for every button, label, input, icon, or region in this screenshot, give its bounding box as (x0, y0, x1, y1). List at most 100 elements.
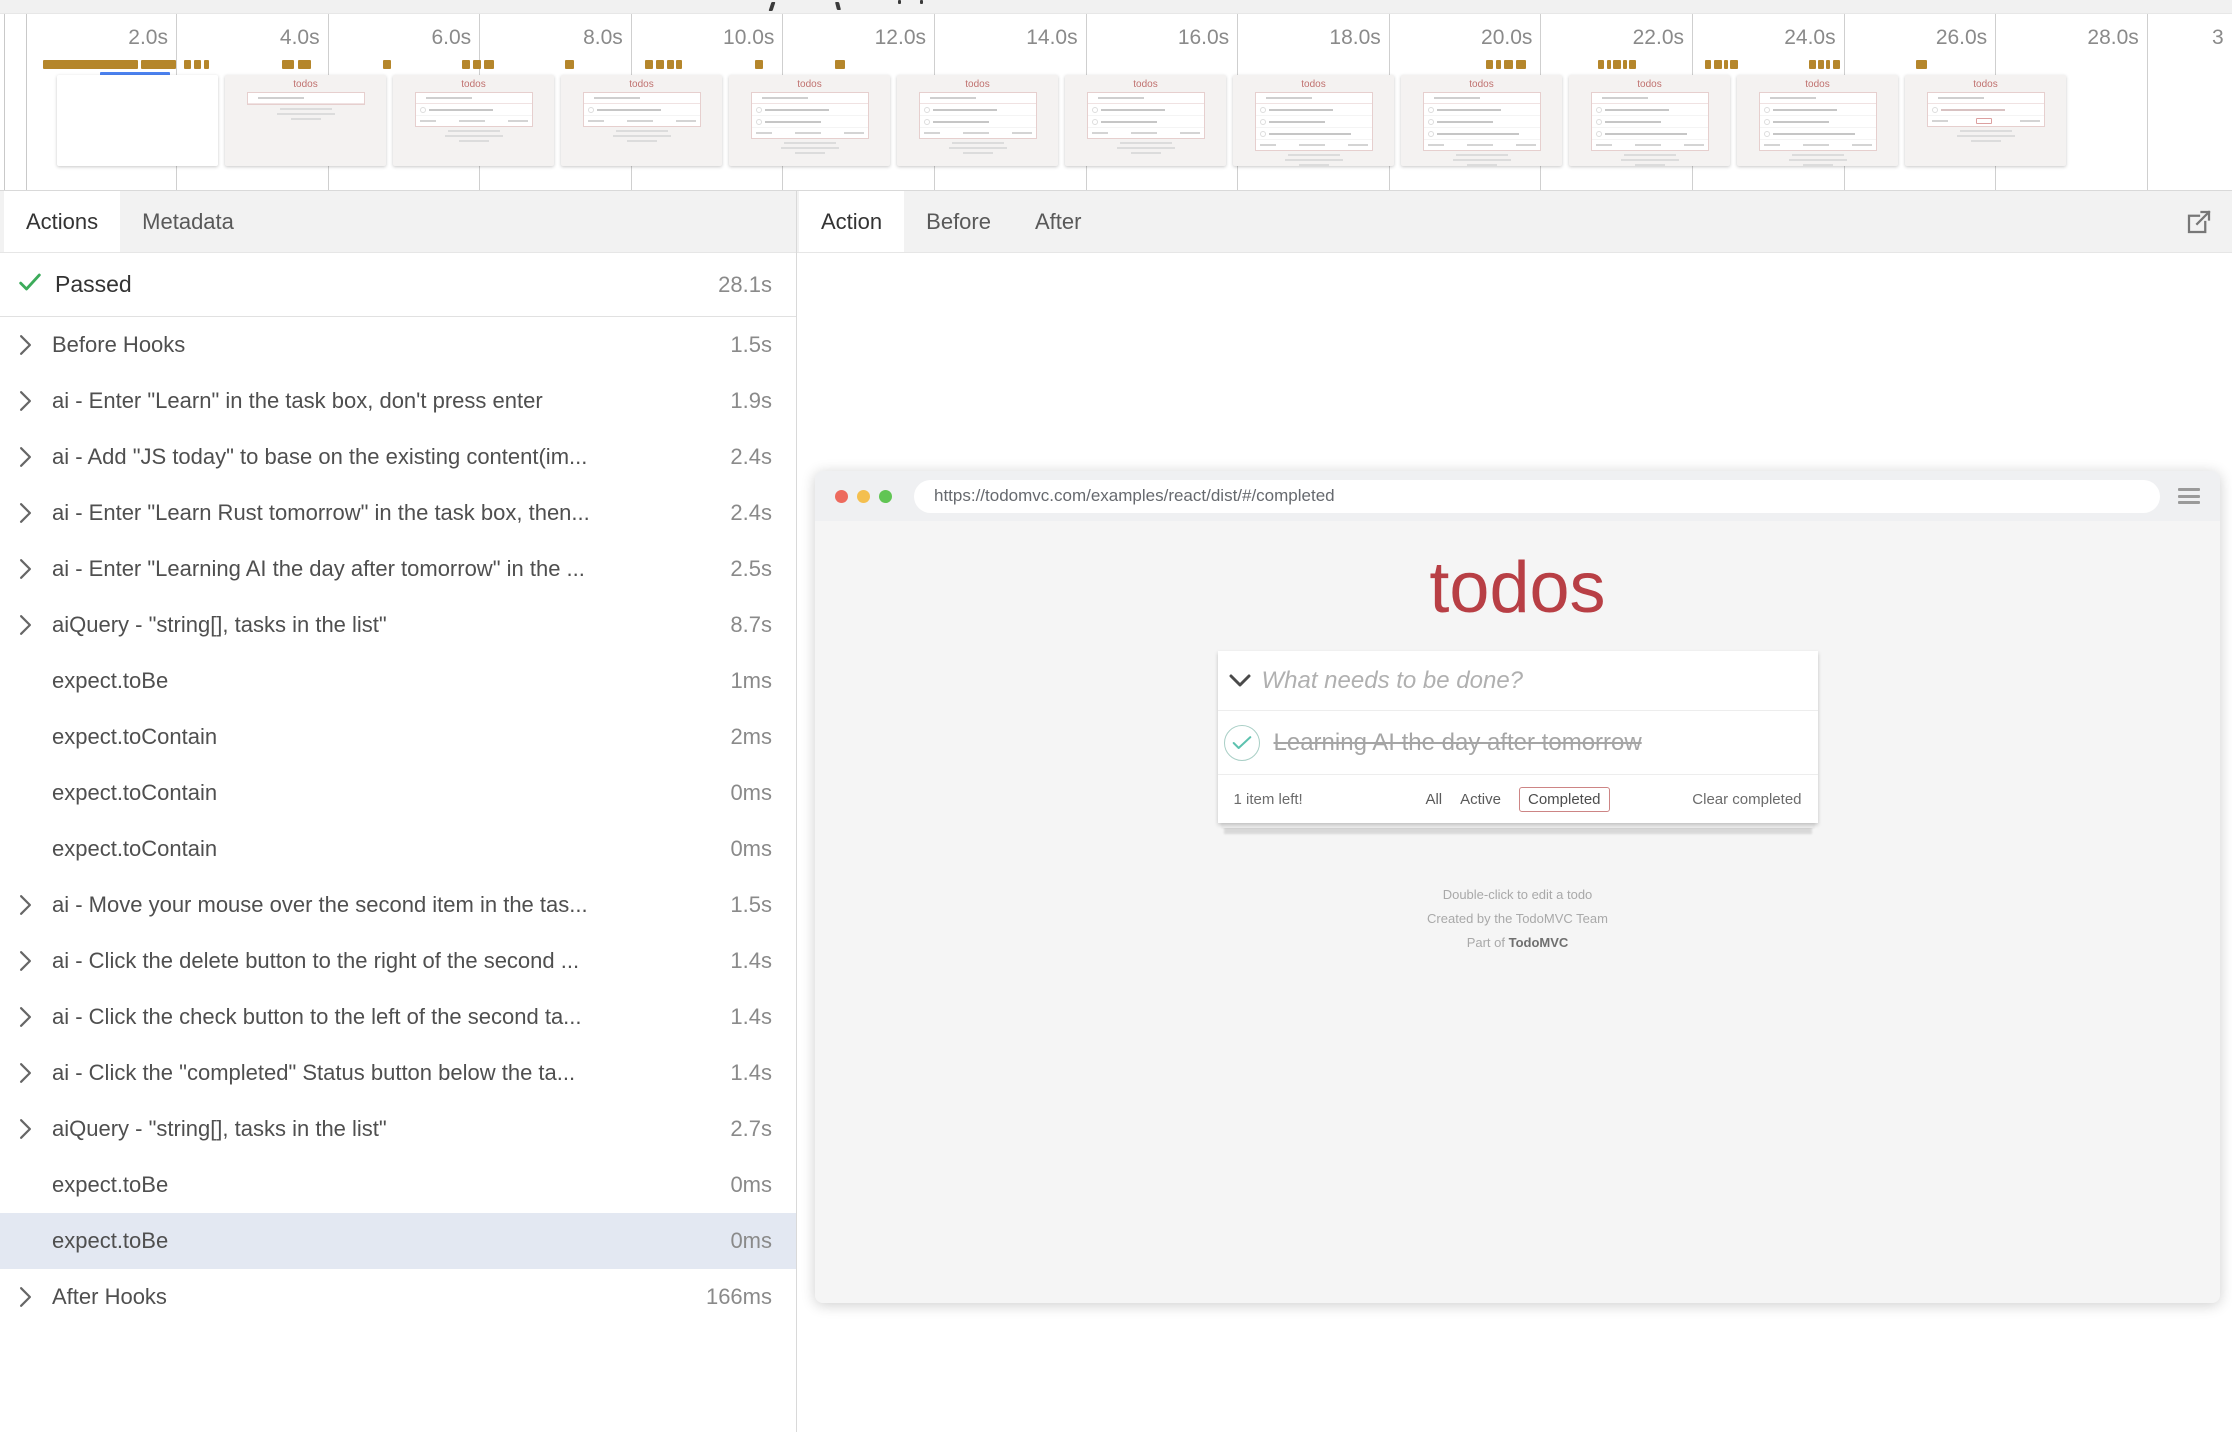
split-divider[interactable] (796, 191, 797, 1432)
filter-all[interactable]: All (1425, 791, 1442, 808)
action-label: ai - Enter "Learn Rust tomorrow" in the … (52, 500, 720, 526)
filmstrip-frame[interactable]: todos (1905, 75, 2066, 166)
new-todo-row[interactable]: What needs to be done? (1218, 651, 1818, 711)
action-time-marker (204, 60, 209, 69)
right-tab-bar: Action Before After (797, 191, 2232, 253)
action-duration: 1.4s (730, 948, 772, 974)
todo-toggle-icon[interactable] (1224, 725, 1260, 761)
action-time-marker (1613, 60, 1621, 69)
timeline-tick-label: 12.0s (776, 26, 926, 50)
clear-completed-button[interactable]: Clear completed (1692, 791, 1801, 808)
todo-item[interactable]: Learning AI the day after tomorrow (1218, 711, 1818, 775)
tab-action[interactable]: Action (799, 191, 904, 252)
action-label: ai - Move your mouse over the second ite… (52, 892, 720, 918)
close-window-icon (835, 490, 848, 503)
filmstrip-frame[interactable]: todos (1065, 75, 1226, 166)
action-row[interactable]: aiQuery - "string[], tasks in the list" … (0, 597, 796, 653)
action-time-marker (1486, 60, 1493, 69)
action-time-marker (1705, 60, 1711, 69)
action-row[interactable]: expect.toBe 0ms (0, 1157, 796, 1213)
thumb-app-title: todos (1401, 79, 1562, 90)
action-row[interactable]: expect.toBe 0ms (0, 1213, 796, 1269)
filmstrip-frame[interactable]: todos (897, 75, 1058, 166)
action-row[interactable]: expect.toContain 0ms (0, 821, 796, 877)
timeline-tick-label: 4.0s (170, 26, 320, 50)
timeline-tick-label: 28.0s (1989, 26, 2139, 50)
toggle-all-chevron-icon[interactable] (1218, 674, 1262, 688)
test-status-label: Passed (55, 271, 718, 298)
action-duration: 0ms (730, 836, 772, 862)
todo-item-text: Learning AI the day after tomorrow (1274, 729, 1642, 757)
tab-metadata[interactable]: Metadata (120, 191, 256, 252)
menu-icon (2178, 488, 2200, 504)
trace-viewer: 2.0s4.0s6.0s8.0s10.0s12.0s14.0s16.0s18.0… (0, 0, 2232, 1432)
action-row[interactable]: ai - Click the delete button to the righ… (0, 933, 796, 989)
todo-app: todos What needs to be done? (815, 547, 2220, 1303)
action-duration: 8.7s (730, 612, 772, 638)
timeline-tick-label: 14.0s (928, 26, 1078, 50)
action-row[interactable]: ai - Move your mouse over the second ite… (0, 877, 796, 933)
action-row[interactable]: expect.toContain 0ms (0, 765, 796, 821)
chevron-right-icon (18, 950, 52, 972)
action-duration: 2.7s (730, 1116, 772, 1142)
open-external-icon[interactable] (2184, 207, 2214, 237)
timeline-tick-label: 22.0s (1534, 26, 1684, 50)
action-time-marker (645, 60, 653, 69)
action-time-marker (473, 60, 481, 69)
chevron-right-icon (18, 390, 52, 412)
action-duration: 2.4s (730, 444, 772, 470)
action-time-marker (1818, 60, 1824, 69)
filmstrip-frame[interactable]: todos (1233, 75, 1394, 166)
todomvc-link[interactable]: TodoMVC (1509, 935, 1569, 950)
filter-completed[interactable]: Completed (1519, 787, 1610, 812)
action-time-marker (1516, 60, 1526, 69)
filmstrip-frame[interactable]: todos (393, 75, 554, 166)
action-label: expect.toBe (52, 668, 720, 694)
left-tab-bar: Actions Metadata (0, 191, 796, 253)
thumb-app-title: todos (897, 79, 1058, 90)
action-row[interactable]: ai - Click the "completed" Status button… (0, 1045, 796, 1101)
action-row[interactable]: ai - Enter "Learn" in the task box, don'… (0, 373, 796, 429)
action-row[interactable]: expect.toBe 1ms (0, 653, 796, 709)
action-row[interactable]: Before Hooks 1.5s (0, 317, 796, 373)
timeline-tick-label: 24.0s (1686, 26, 1836, 50)
filmstrip-frame[interactable]: todos (1569, 75, 1730, 166)
action-time-marker (1730, 60, 1738, 69)
action-time-marker (484, 60, 494, 69)
filmstrip-frame[interactable]: todos (1737, 75, 1898, 166)
action-duration: 0ms (730, 1228, 772, 1254)
new-todo-placeholder[interactable]: What needs to be done? (1262, 667, 1524, 695)
timeline-tick-label: 3 (2212, 26, 2224, 50)
action-duration: 0ms (730, 1172, 772, 1198)
filmstrip-frame[interactable]: todos (1401, 75, 1562, 166)
action-time-marker (1629, 60, 1636, 69)
tab-actions[interactable]: Actions (4, 191, 120, 252)
action-time-marker (141, 60, 176, 69)
thumb-app-title: todos (1569, 79, 1730, 90)
action-row[interactable]: ai - Click the check button to the left … (0, 989, 796, 1045)
filmstrip-frame[interactable]: todos (729, 75, 890, 166)
action-row[interactable]: expect.toContain 2ms (0, 709, 796, 765)
action-row[interactable]: After Hooks 166ms (0, 1269, 796, 1325)
chevron-right-icon (18, 446, 52, 468)
action-row[interactable]: ai - Add "JS today" to base on the exist… (0, 429, 796, 485)
action-label: After Hooks (52, 1284, 696, 1310)
timeline-tick-label: 20.0s (1382, 26, 1532, 50)
action-time-marker (1598, 60, 1604, 69)
timeline[interactable]: 2.0s4.0s6.0s8.0s10.0s12.0s14.0s16.0s18.0… (0, 14, 2232, 190)
timeline-gridline (2147, 14, 2148, 190)
action-time-marker (383, 60, 391, 69)
action-row[interactable]: ai - Enter "Learn Rust tomorrow" in the … (0, 485, 796, 541)
action-row[interactable]: ai - Enter "Learning AI the day after to… (0, 541, 796, 597)
action-row[interactable]: aiQuery - "string[], tasks in the list" … (0, 1101, 796, 1157)
filmstrip-frame[interactable] (57, 75, 218, 166)
tab-before[interactable]: Before (904, 191, 1013, 252)
action-duration: 1ms (730, 668, 772, 694)
tab-after[interactable]: After (1013, 191, 1103, 252)
filter-active[interactable]: Active (1460, 791, 1501, 808)
filters: All Active Completed (1425, 787, 1609, 812)
filmstrip-frame[interactable]: todos (225, 75, 386, 166)
chevron-right-icon (18, 614, 52, 636)
filmstrip-frame[interactable]: todos (561, 75, 722, 166)
action-label: ai - Add "JS today" to base on the exist… (52, 444, 720, 470)
